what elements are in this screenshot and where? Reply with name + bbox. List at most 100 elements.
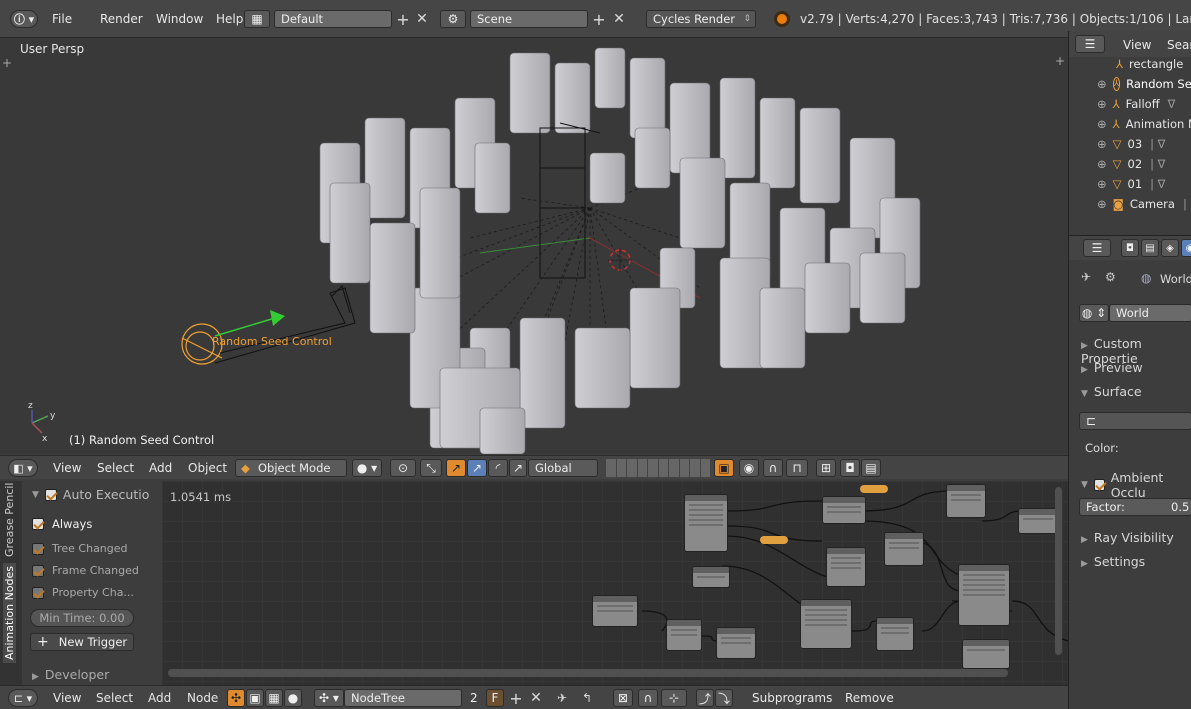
editor-type-info-button[interactable]: ⓘ ▾ — [10, 10, 38, 28]
fake-user-button[interactable]: F — [486, 689, 504, 707]
orientation-select[interactable]: Global — [528, 459, 598, 477]
translate-toggle[interactable]: ↗ — [446, 459, 466, 477]
panel-surface[interactable]: ▼ Surface — [1081, 384, 1142, 399]
layer-buttons[interactable] — [606, 459, 710, 477]
panel-ray-visibility[interactable]: ▶ Ray Visibility — [1081, 530, 1174, 545]
tree-changed-checkbox[interactable] — [32, 542, 44, 555]
layers-tab-icon[interactable]: ▤ — [1141, 239, 1159, 257]
tab-grease-pencil[interactable]: Grease Pencil — [3, 483, 16, 557]
new-node-tree-icon[interactable]: + — [507, 689, 525, 708]
rotate-toggle[interactable]: ↗ — [467, 459, 487, 477]
mode-select[interactable]: ◆ Object Mode — [235, 459, 347, 477]
world-tab-icon[interactable]: ◉ — [1181, 239, 1191, 257]
tree-type-compositing[interactable]: ● — [284, 689, 302, 707]
unlink-node-tree-icon[interactable]: ✕ — [527, 689, 545, 707]
scene-name-field[interactable]: Scene — [470, 10, 588, 28]
tree-type-animation-nodes[interactable]: ✣ — [227, 689, 245, 707]
proportional-edit-select[interactable]: ◉ — [739, 459, 759, 477]
new-trigger-button[interactable]: + New Trigger — [30, 633, 134, 651]
panel-preview[interactable]: ▶ Preview — [1081, 360, 1143, 375]
viewport-menu-select[interactable]: Select — [97, 461, 134, 475]
property-changed-row[interactable]: Property Cha... — [32, 586, 134, 599]
outliner-row[interactable]: ⊕ ▽ 01 | ∇ — [1070, 174, 1165, 194]
viewport-menu-object[interactable]: Object — [188, 461, 227, 475]
outliner-row[interactable]: ⅄ rectangle — [1070, 54, 1183, 74]
property-changed-checkbox[interactable] — [32, 586, 44, 599]
ao-checkbox[interactable] — [1093, 479, 1105, 491]
scene-tab-icon[interactable]: ◈ — [1161, 239, 1179, 257]
node-map-range[interactable] — [800, 599, 852, 649]
node-random-falloff[interactable] — [876, 617, 914, 651]
copy-nodes-button[interactable]: ⤴ — [696, 689, 714, 707]
render-preview-button[interactable]: ⊞ — [816, 459, 836, 477]
world-name-field[interactable]: World — [1109, 304, 1191, 322]
node-transform-polygon[interactable] — [826, 547, 866, 587]
node-menu-add[interactable]: Add — [148, 691, 171, 705]
subprograms-menu[interactable]: Subprograms — [752, 691, 832, 705]
pin-node-tree-icon[interactable]: ✈ — [553, 689, 571, 707]
node-replicate-matrix[interactable] — [884, 532, 924, 566]
outliner-row[interactable]: ⊕ ⅄ Animation M — [1070, 114, 1191, 134]
editor-type-properties-button[interactable]: ☰ — [1083, 239, 1111, 257]
world-browse-button[interactable]: ◍ ⇕ — [1079, 304, 1109, 322]
node-separate-vector[interactable] — [716, 627, 756, 659]
outliner-row[interactable]: ⊕◙Camera| ◙ — [1070, 194, 1191, 214]
node-menu-view[interactable]: View — [53, 691, 81, 705]
menu-render[interactable]: Render — [100, 12, 156, 26]
layout-browse-button[interactable]: ▦ — [244, 10, 270, 28]
lock-camera-toggle[interactable]: ▣ — [714, 459, 734, 477]
frame-changed-checkbox[interactable] — [32, 564, 44, 577]
tree-changed-row[interactable]: Tree Changed — [32, 542, 128, 555]
node-vector-math[interactable] — [666, 619, 702, 651]
outliner-row[interactable]: ⊕ ▽ 03 | ∇ — [1070, 134, 1165, 154]
render-tab-icon[interactable]: ◘ — [1121, 239, 1139, 257]
remove-scene-icon[interactable]: ✕ — [610, 10, 628, 28]
outliner-row[interactable]: ⊕ ⅄ Falloff ∇ — [1070, 94, 1175, 114]
outliner-row-selected[interactable]: ⊕⅄Random See — [1070, 74, 1191, 94]
viewport-menu-add[interactable]: Add — [149, 461, 172, 475]
node-offset-matrix[interactable] — [958, 564, 1010, 626]
frame-changed-row[interactable]: Frame Changed — [32, 564, 139, 577]
min-time-field[interactable]: Min Time: 0.00 — [30, 609, 134, 627]
menu-file[interactable]: File — [52, 12, 100, 26]
node-object-transforms[interactable] — [592, 595, 638, 627]
node-tree-users[interactable]: 2 — [470, 691, 478, 705]
developer-panel[interactable]: ▶ Developer — [32, 667, 109, 682]
properties-tabs[interactable]: ◘ ▤ ◈ ◉ — [1121, 239, 1191, 257]
go-parent-icon[interactable]: ↰ — [578, 689, 596, 707]
ao-factor-field[interactable]: Factor: 0.5 — [1079, 498, 1191, 516]
tree-type-shader[interactable]: ▣ — [246, 689, 264, 707]
snap-target-button[interactable]: ⊹ — [661, 689, 687, 707]
add-scene-icon[interactable]: + — [590, 10, 608, 29]
render-engine-select[interactable]: Cycles Render ⇕ — [646, 10, 756, 28]
auto-exec-checkbox[interactable] — [44, 488, 57, 501]
paste-nodes-button[interactable]: ⤵ — [715, 689, 733, 707]
tree-type-texture[interactable]: ▦ — [265, 689, 283, 707]
editor-type-node-button[interactable]: ⊏ ▾ — [8, 689, 38, 707]
pivot-select[interactable]: ⊙ — [390, 459, 416, 477]
node-scrollbar-h[interactable] — [168, 669, 1008, 677]
outliner-row[interactable]: ⊕ ▽ 02 | ∇ — [1070, 154, 1165, 174]
pin-icon[interactable]: ✈ — [1081, 270, 1091, 284]
always-row[interactable]: Always — [32, 517, 92, 531]
add-layout-icon[interactable]: + — [394, 10, 412, 29]
panel-settings[interactable]: ▶ Settings — [1081, 554, 1145, 569]
node-editor-canvas[interactable]: 1.0541 ms — [162, 481, 1068, 685]
editor-type-3d-button[interactable]: ◧ ▾ — [8, 459, 38, 477]
render-image-button[interactable]: ◘ — [840, 459, 860, 477]
always-checkbox[interactable] — [32, 518, 44, 530]
node-loop[interactable] — [946, 484, 986, 518]
scene-browse-button[interactable]: ⚙ — [440, 10, 466, 28]
viewport-menu-view[interactable]: View — [53, 461, 81, 475]
node-tree-name-field[interactable]: NodeTree — [344, 689, 462, 707]
editor-type-outliner-button[interactable]: ☰ — [1075, 35, 1105, 53]
node-menu-node[interactable]: Node — [187, 691, 218, 705]
auto-offset-button[interactable]: ∩ — [638, 689, 658, 707]
reroute-get-length-2[interactable] — [760, 536, 788, 544]
node-scrollbar-v[interactable] — [1055, 487, 1062, 655]
menu-window[interactable]: Window — [156, 12, 216, 26]
shading-select[interactable]: ● ▾ — [352, 459, 382, 477]
node-tree-browse-button[interactable]: ✣ ▾ — [314, 689, 344, 707]
use-nodes-button[interactable]: ⊏ — [1079, 412, 1191, 430]
node-object-attribute[interactable] — [692, 566, 730, 588]
